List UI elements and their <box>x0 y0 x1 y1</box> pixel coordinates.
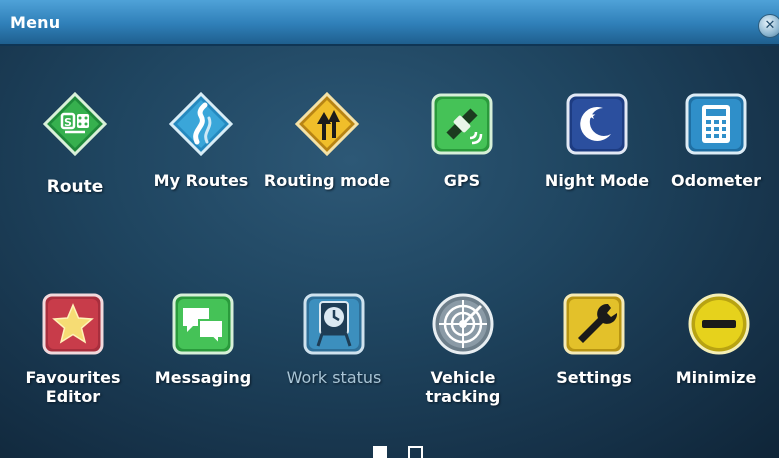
menu-item-label: Messaging <box>154 368 252 387</box>
svg-text:★: ★ <box>587 111 596 122</box>
page-indicator-inactive[interactable] <box>408 446 423 458</box>
menu-item-messaging[interactable]: Messaging <box>138 288 268 418</box>
route-icon: S <box>43 92 107 156</box>
window-title: Menu <box>10 13 61 32</box>
menu-item-route[interactable]: S Route <box>10 88 140 218</box>
menu-item-minimize[interactable]: Minimize <box>657 288 779 418</box>
menu-item-label: Night Mode <box>544 171 650 190</box>
menu-item-label: Work status <box>286 368 382 387</box>
menu-item-label: Favourites Editor <box>25 368 121 406</box>
menu-item-label: Routing mode <box>263 171 391 190</box>
title-bar: Menu ✕ <box>0 0 779 46</box>
menu-item-work-status[interactable]: Work status <box>269 288 399 418</box>
menu-item-night-mode[interactable]: ★ Night Mode <box>532 88 662 218</box>
menu-item-label: Settings <box>556 368 632 387</box>
menu-item-label: Vehicle tracking <box>425 368 501 406</box>
menu-item-odometer[interactable]: Odometer <box>651 88 779 218</box>
minus-circle-icon <box>687 292 751 356</box>
menu-item-label: GPS <box>443 171 481 190</box>
calculator-icon <box>684 92 748 156</box>
svg-text:S: S <box>64 116 72 129</box>
close-icon[interactable]: ✕ <box>758 14 779 38</box>
star-icon <box>41 292 105 356</box>
my-routes-icon <box>169 92 233 156</box>
menu-item-settings[interactable]: Settings <box>529 288 659 418</box>
page-indicator-active[interactable] <box>373 446 387 458</box>
menu-item-label: Route <box>46 177 104 197</box>
gps-satellite-icon <box>430 92 494 156</box>
menu-item-gps[interactable]: GPS <box>397 88 527 218</box>
moon-icon: ★ <box>565 92 629 156</box>
menu-item-label: My Routes <box>153 171 249 190</box>
wrench-icon <box>562 292 626 356</box>
radar-icon <box>431 292 495 356</box>
routing-mode-icon <box>295 92 359 156</box>
menu-item-routing-mode[interactable]: Routing mode <box>262 88 392 218</box>
menu-item-label: Odometer <box>671 171 761 190</box>
menu-item-my-routes[interactable]: My Routes <box>136 88 266 218</box>
work-status-clock-icon <box>302 292 366 356</box>
menu-item-label: Minimize <box>675 368 757 387</box>
menu-item-vehicle-tracking[interactable]: Vehicle tracking <box>398 288 528 418</box>
chat-bubbles-icon <box>171 292 235 356</box>
menu-item-favourites-editor[interactable]: Favourites Editor <box>8 288 138 418</box>
menu-screen: Menu ✕ S Route My Routes Routing mode GP… <box>0 0 779 458</box>
